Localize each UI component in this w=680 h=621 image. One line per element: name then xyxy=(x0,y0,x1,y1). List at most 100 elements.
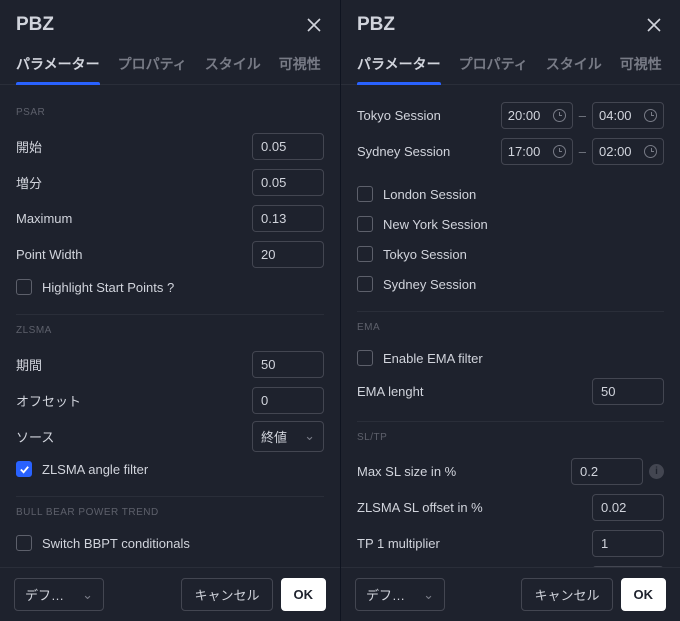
section-zlsma: ZLSMA xyxy=(16,325,324,336)
section-ema: EMA xyxy=(357,322,664,333)
divider xyxy=(357,311,664,312)
header: PBZ xyxy=(341,0,680,46)
checkbox-newyork[interactable] xyxy=(357,216,373,232)
row-start: 開始 xyxy=(16,128,324,164)
label-sydney: Sydney Session xyxy=(383,277,476,292)
checkbox-london[interactable] xyxy=(357,186,373,202)
row-zlsma-offset: ZLSMA SL offset in % xyxy=(357,489,664,525)
ok-button[interactable]: OK xyxy=(281,578,327,611)
label-source: ソース xyxy=(16,427,244,446)
label-highlight: Highlight Start Points ? xyxy=(42,280,174,295)
tab-properties[interactable]: プロパティ xyxy=(459,46,528,84)
info-icon[interactable]: i xyxy=(649,464,664,479)
header: PBZ xyxy=(0,0,340,46)
label-tokyo: Tokyo Session xyxy=(383,247,467,262)
label-maxsl: Max SL size in % xyxy=(357,464,563,479)
input-maximum[interactable] xyxy=(252,205,324,232)
time-tokyo-start[interactable]: 20:00 xyxy=(501,102,573,129)
tab-style[interactable]: スタイル xyxy=(546,46,602,84)
close-icon[interactable] xyxy=(644,15,664,35)
label-tp1: TP 1 multiplier xyxy=(357,536,584,551)
cancel-button[interactable]: キャンセル xyxy=(181,578,272,611)
row-switch-bbpt: Switch BBPT conditionals xyxy=(16,528,324,558)
label-newyork: New York Session xyxy=(383,217,488,232)
content-scroll[interactable]: Tokyo Session 20:00 – 04:00 Sydney Sessi… xyxy=(341,85,680,567)
time-value: 17:00 xyxy=(508,144,541,159)
dash-icon: – xyxy=(579,144,586,159)
tabs: パラメーター プロパティ スタイル 可視性 xyxy=(341,46,680,85)
row-increment: 増分 xyxy=(16,164,324,200)
dash-icon: – xyxy=(579,108,586,123)
content-scroll[interactable]: PSAR 開始 増分 Maximum Point Width Highlight… xyxy=(0,85,340,567)
input-point-width[interactable] xyxy=(252,241,324,268)
row-period: 期間 xyxy=(16,346,324,382)
input-start[interactable] xyxy=(252,133,324,160)
panel-title: PBZ xyxy=(357,14,395,36)
chevron-down-icon: ⌄ xyxy=(82,587,93,603)
tab-parameters[interactable]: パラメーター xyxy=(16,46,100,84)
checkbox-switch-bbpt[interactable] xyxy=(16,535,32,551)
checkbox-sydney[interactable] xyxy=(357,276,373,292)
label-tokyo: Tokyo Session xyxy=(357,108,495,123)
input-maxsl[interactable] xyxy=(571,458,643,485)
tab-style[interactable]: スタイル xyxy=(205,46,261,84)
clock-icon xyxy=(553,145,566,158)
label-offset: オフセット xyxy=(16,391,244,410)
label-ema-length: EMA lenght xyxy=(357,384,584,399)
settings-panel-right: PBZ パラメーター プロパティ スタイル 可視性 Tokyo Session … xyxy=(340,0,680,621)
preset-dropdown[interactable]: デフォ… ⌄ xyxy=(355,578,445,611)
label-increment: 増分 xyxy=(16,173,244,192)
footer: デフォ… ⌄ キャンセル OK xyxy=(0,567,340,621)
row-sydney-check: Sydney Session xyxy=(357,269,664,299)
input-offset[interactable] xyxy=(252,387,324,414)
label-angle: ZLSMA angle filter xyxy=(42,462,148,477)
button-group: キャンセル OK xyxy=(521,578,666,611)
time-sydney-end[interactable]: 02:00 xyxy=(592,138,664,165)
tab-properties[interactable]: プロパティ xyxy=(118,46,187,84)
label-switch-bbpt: Switch BBPT conditionals xyxy=(42,536,190,551)
ok-button[interactable]: OK xyxy=(621,578,667,611)
tab-parameters[interactable]: パラメーター xyxy=(357,46,441,84)
preset-dropdown[interactable]: デフォ… ⌄ xyxy=(14,578,104,611)
cancel-button[interactable]: キャンセル xyxy=(521,578,612,611)
row-tp1: TP 1 multiplier xyxy=(357,525,664,561)
tab-visibility[interactable]: 可視性 xyxy=(620,46,662,84)
time-value: 04:00 xyxy=(599,108,632,123)
chevron-down-icon: ⌄ xyxy=(423,587,434,603)
divider xyxy=(16,314,324,315)
row-enable-ema: Enable EMA filter xyxy=(357,343,664,373)
button-group: キャンセル OK xyxy=(181,578,326,611)
label-period: 期間 xyxy=(16,355,244,374)
checkbox-highlight[interactable] xyxy=(16,279,32,295)
row-maxsl: Max SL size in % i xyxy=(357,453,664,489)
clock-icon xyxy=(553,109,566,122)
label-point-width: Point Width xyxy=(16,247,244,262)
row-offset: オフセット xyxy=(16,382,324,418)
row-tokyo-time: Tokyo Session 20:00 – 04:00 xyxy=(357,97,664,133)
close-icon[interactable] xyxy=(304,15,324,35)
tabs: パラメーター プロパティ スタイル 可視性 xyxy=(0,46,340,85)
checkbox-angle[interactable] xyxy=(16,461,32,477)
preset-label: デフォ… xyxy=(25,585,72,604)
row-newyork-check: New York Session xyxy=(357,209,664,239)
tab-visibility[interactable]: 可視性 xyxy=(279,46,321,84)
row-angle: ZLSMA angle filter xyxy=(16,454,324,484)
input-tp1[interactable] xyxy=(592,530,664,557)
label-zlsma-offset: ZLSMA SL offset in % xyxy=(357,500,584,515)
divider xyxy=(357,421,664,422)
time-value: 02:00 xyxy=(599,144,632,159)
clock-icon xyxy=(644,145,657,158)
select-source[interactable]: 終値 ⌄ xyxy=(252,421,324,452)
input-period[interactable] xyxy=(252,351,324,378)
checkbox-tokyo[interactable] xyxy=(357,246,373,262)
section-psar: PSAR xyxy=(16,107,324,118)
time-sydney-start[interactable]: 17:00 xyxy=(501,138,573,165)
time-tokyo-end[interactable]: 04:00 xyxy=(592,102,664,129)
input-increment[interactable] xyxy=(252,169,324,196)
input-ema-length[interactable] xyxy=(592,378,664,405)
label-london: London Session xyxy=(383,187,476,202)
input-zlsma-offset[interactable] xyxy=(592,494,664,521)
row-point-width: Point Width xyxy=(16,236,324,272)
divider xyxy=(16,496,324,497)
checkbox-enable-ema[interactable] xyxy=(357,350,373,366)
